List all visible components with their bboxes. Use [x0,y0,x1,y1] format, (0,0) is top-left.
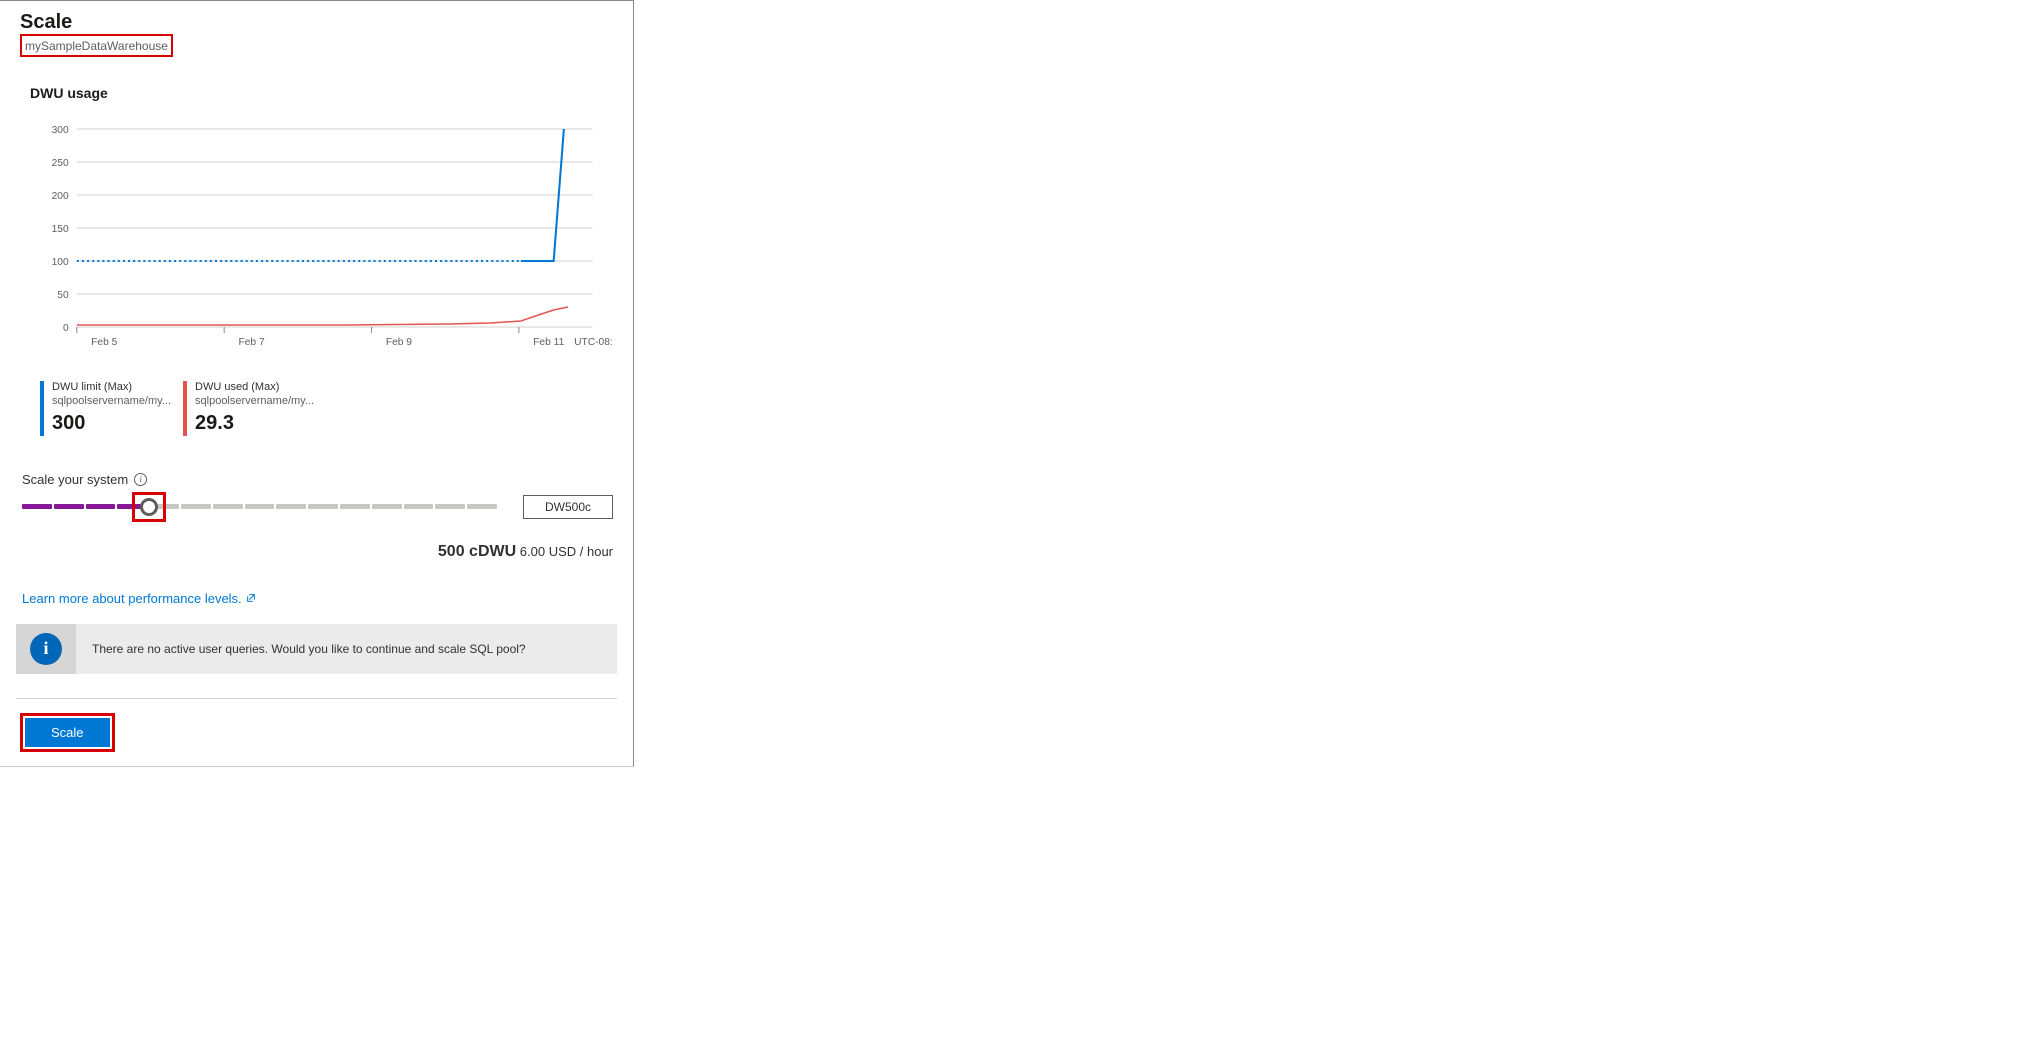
ytick: 300 [52,125,69,136]
ytick: 200 [52,191,69,202]
xtick: Feb 5 [91,337,118,348]
page-subtitle: mySampleDataWarehouse [22,37,171,55]
legend-color-swatch [183,381,187,436]
slider-segment [467,504,497,509]
scale-panel: Scale mySampleDataWarehouse DWU usage 30… [0,0,634,767]
slider-segment [245,504,275,509]
series-dwu-used [77,307,568,325]
usage-section-title: DWU usage [30,85,633,101]
slider-segment [404,504,434,509]
slider-thumb[interactable] [140,498,158,516]
slider-segment [435,504,465,509]
cost-rate: 6.00 USD / hour [520,544,613,559]
scale-label: Scale your system i [22,472,613,487]
legend-label: DWU limit (Max) [52,381,171,395]
scale-button-highlight: Scale [20,713,115,752]
legend-sub: sqlpoolservername/my... [195,395,314,409]
cost-amount: 500 cDWU [438,543,516,560]
slider-segment [54,504,84,509]
scale-value-readout: DW500c [523,495,613,519]
info-icon[interactable]: i [134,473,147,486]
panel-footer: Scale [0,699,633,766]
scale-button[interactable]: Scale [25,718,110,747]
dwu-usage-chart: 300 250 200 150 100 50 0 Feb 5 Feb 7 Feb… [40,109,613,369]
slider-segment [213,504,243,509]
ytick: 0 [63,323,69,334]
xtick: Feb 7 [239,337,266,348]
slider-segment [276,504,306,509]
slider-segment [181,504,211,509]
slider-segment [22,504,52,509]
ytick: 150 [52,224,69,235]
legend-item-limit[interactable]: DWU limit (Max) sqlpoolservername/my... … [40,381,171,436]
legend-item-used[interactable]: DWU used (Max) sqlpoolservername/my... 2… [183,381,314,436]
legend-value: 300 [52,411,171,436]
slider-segment [340,504,370,509]
page-title: Scale [20,11,613,34]
info-icon: i [30,633,62,665]
slider-segment [308,504,338,509]
ytick: 250 [52,158,69,169]
chart-legend: DWU limit (Max) sqlpoolservername/my... … [40,381,633,436]
info-banner-text: There are no active user queries. Would … [76,624,542,674]
xtick: Feb 9 [386,337,413,348]
ytick: 50 [57,290,69,301]
scale-slider[interactable] [22,496,497,518]
info-banner-icon-wrap: i [16,624,76,674]
cost-line: 500 cDWU 6.00 USD / hour [0,543,613,561]
external-link-icon [246,593,256,603]
slider-segment [86,504,116,509]
legend-sub: sqlpoolservername/my... [52,395,171,409]
learn-more-link[interactable]: Learn more about performance levels. [22,591,256,606]
ytick: 100 [52,257,69,268]
timezone-label: UTC-08:00 [574,337,613,348]
panel-header: Scale mySampleDataWarehouse [0,1,633,63]
subtitle-highlight: mySampleDataWarehouse [20,34,173,57]
legend-label: DWU used (Max) [195,381,314,395]
legend-value: 29.3 [195,411,314,436]
legend-color-swatch [40,381,44,436]
slider-segment [372,504,402,509]
info-banner: i There are no active user queries. Woul… [16,624,617,674]
xtick: Feb 11 [533,337,564,348]
